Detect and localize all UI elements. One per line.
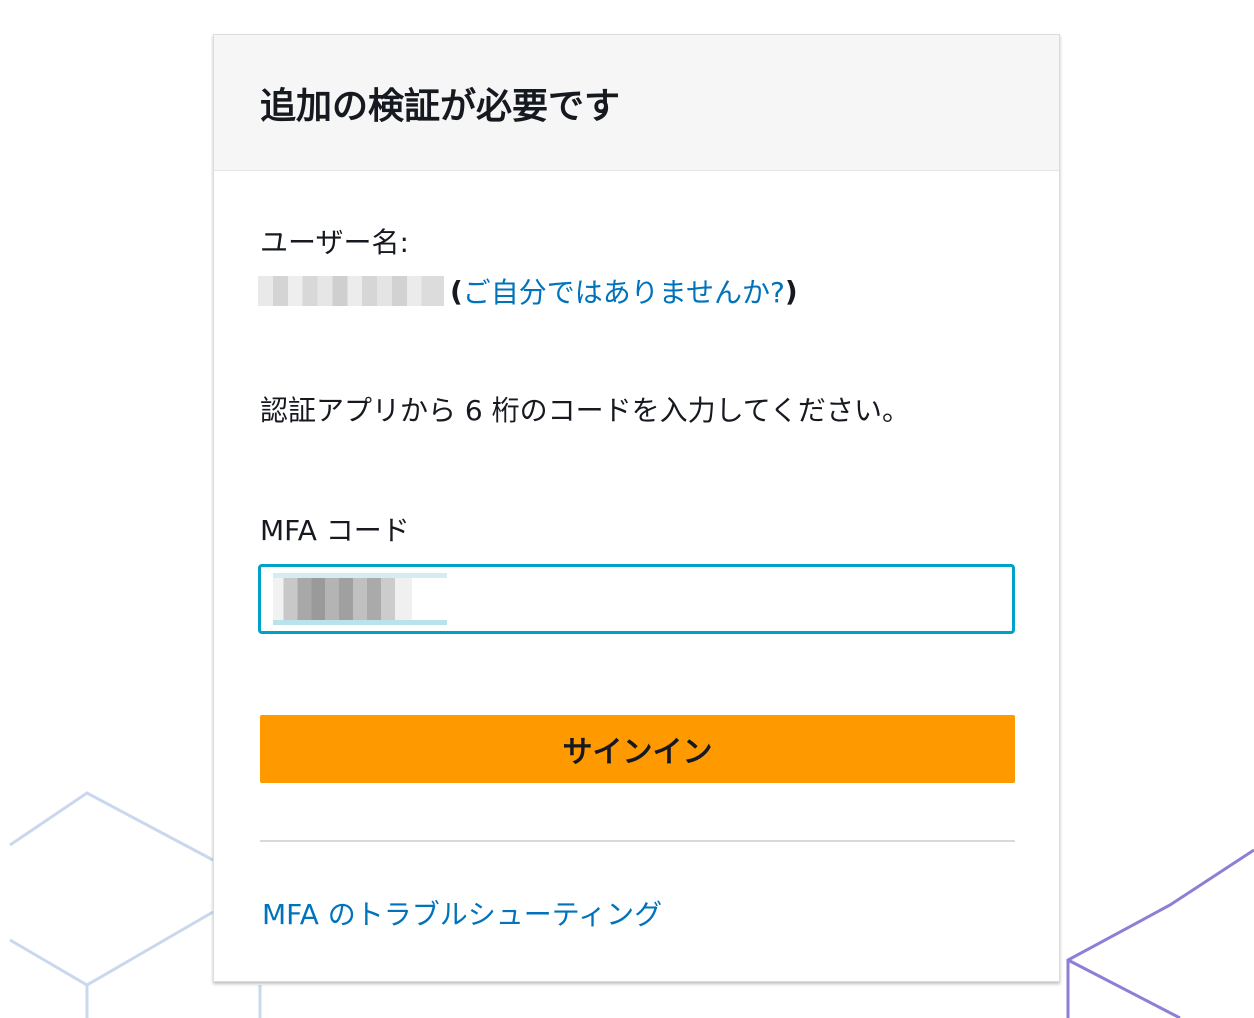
username-label: ユーザー名: [260,226,409,259]
username-row: ( ご自分ではありませんか? ) [258,271,798,311]
paren-open: ( [450,274,463,308]
mfa-dialog: 追加の検証が必要です ユーザー名: ( ご自分ではありませんか? ) 認証アプリ… [213,34,1060,982]
mfa-troubleshooting-link[interactable]: MFA のトラブルシューティング [262,893,662,933]
mfa-code-input[interactable] [261,567,1012,631]
paren-close: ) [784,274,798,308]
dialog-title: 追加の検証が必要です [260,85,621,127]
mfa-code-label: MFA コード [260,514,410,547]
not-you-link[interactable]: ご自分ではありませんか? [463,271,785,311]
mfa-code-field [258,564,1015,634]
mfa-instruction: 認証アプリから 6 桁のコードを入力してください。 [260,394,910,427]
divider [260,840,1015,842]
signin-button[interactable]: サインイン [260,715,1015,783]
redacted-username [258,276,444,306]
dialog-header: 追加の検証が必要です [214,35,1059,171]
page: 追加の検証が必要です ユーザー名: ( ご自分ではありませんか? ) 認証アプリ… [0,0,1254,1018]
